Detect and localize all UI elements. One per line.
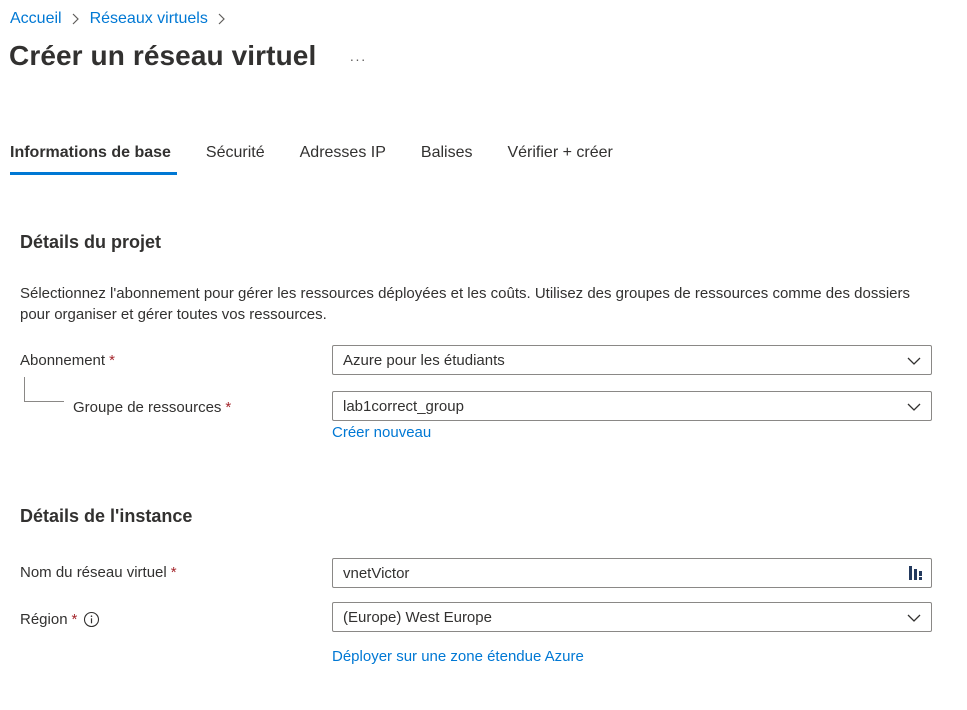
resource-group-dropdown[interactable]: lab1correct_group (332, 391, 932, 421)
vnet-name-input[interactable] (343, 564, 893, 582)
breadcrumb: Accueil Réseaux virtuels (10, 9, 236, 29)
subscription-label-text: Abonnement (20, 352, 106, 369)
project-details-description: Sélectionnez l'abonnement pour gérer les… (20, 285, 910, 323)
required-mark: * (225, 399, 232, 416)
vnet-name-label: Nom du réseau virtuel * (20, 564, 177, 581)
tab-security[interactable]: Sécurité (206, 137, 265, 175)
project-details-heading: Détails du projet (20, 232, 162, 252)
info-icon[interactable] (83, 611, 100, 628)
resource-group-label-text: Groupe de ressources (73, 399, 222, 416)
chevron-right-icon (212, 9, 232, 29)
deploy-extended-zone-link[interactable]: Déployer sur une zone étendue Azure (332, 648, 584, 665)
more-icon: ··· (349, 51, 367, 67)
required-mark: * (109, 352, 115, 369)
tab-basics[interactable]: Informations de base (10, 137, 177, 175)
subscription-value: Azure pour les étudiants (343, 351, 505, 369)
breadcrumb-home-link[interactable]: Accueil (10, 10, 62, 28)
create-new-resource-group-link[interactable]: Créer nouveau (332, 424, 431, 441)
region-dropdown[interactable]: (Europe) West Europe (332, 602, 932, 632)
subscription-dropdown[interactable]: Azure pour les étudiants (332, 345, 932, 375)
breadcrumb-virtual-networks-link[interactable]: Réseaux virtuels (90, 10, 208, 28)
more-options-button[interactable]: ··· (346, 47, 370, 71)
instance-details-heading: Détails de l'instance (20, 506, 193, 526)
vnet-name-field[interactable] (332, 558, 932, 588)
tab-ip-addresses[interactable]: Adresses IP (300, 137, 386, 175)
tab-bar: Informations de base Sécurité Adresses I… (10, 137, 648, 175)
subscription-label: Abonnement * (20, 352, 115, 369)
required-mark: * (170, 564, 177, 581)
chevron-down-icon (907, 403, 921, 411)
tab-tags[interactable]: Balises (421, 137, 473, 175)
tab-review-create[interactable]: Vérifier + créer (507, 137, 612, 175)
password-manager-icon[interactable] (907, 564, 925, 582)
chevron-down-icon (907, 357, 921, 365)
region-value: (Europe) West Europe (343, 608, 492, 626)
page-title: Créer un réseau virtuel (9, 40, 317, 71)
required-mark: * (71, 611, 78, 628)
tree-connector (24, 377, 64, 402)
chevron-right-icon (66, 9, 86, 29)
region-label-text: Région (20, 611, 68, 628)
resource-group-label: Groupe de ressources * (73, 399, 231, 416)
chevron-down-icon (907, 614, 921, 622)
vnet-name-label-text: Nom du réseau virtuel (20, 564, 167, 581)
resource-group-value: lab1correct_group (343, 397, 464, 415)
region-label: Région * (20, 611, 100, 628)
